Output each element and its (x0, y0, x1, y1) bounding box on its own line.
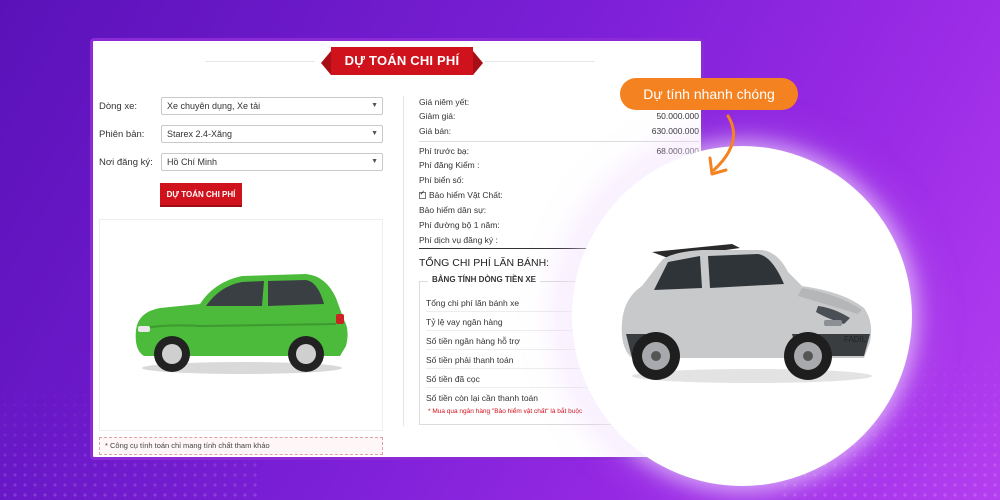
field-label: Dòng xe: (99, 101, 138, 112)
registration-tax-row: Phí trước bạ: 68.000.000 (419, 146, 699, 158)
cashflow-note: * Mua qua ngân hàng "Bảo hiểm vật chất" … (428, 408, 583, 415)
car-image-box (99, 219, 383, 431)
discount-value: 50.000.000 (656, 111, 699, 121)
dropdown-arrow-icon: ▼ (371, 102, 378, 109)
quick-estimate-badge: Dự tính nhanh chóng (620, 78, 798, 110)
panel-title: DỰ TOÁN CHI PHÍ (321, 47, 483, 75)
civil-insurance-label: Bảo hiểm dân sự: (419, 205, 487, 215)
list-price-label: Giá niêm yết: (419, 97, 470, 107)
plate-fee-label: Phí biển số: (419, 175, 464, 185)
car-model-badge: FADIL (844, 335, 867, 344)
insurance-checkbox[interactable] (419, 189, 426, 199)
section-divider (419, 141, 699, 142)
column-divider (403, 96, 404, 426)
sale-price-row: Giá bán: 630.000.000 (419, 126, 699, 138)
car-spotlight-circle: FADIL (572, 146, 912, 486)
service-fee-label: Phí dịch vụ đăng ký : (419, 235, 498, 245)
green-hatchback-image (135, 274, 348, 374)
dropdown-arrow-icon: ▼ (371, 130, 378, 137)
form-row-version: Phiên bản: Starex 2.4-Xăng ▼ (99, 125, 383, 145)
dropdown-arrow-icon: ▼ (371, 158, 378, 165)
disclaimer-note: * Công cụ tính toán chỉ mang tính chất t… (99, 437, 383, 455)
title-divider (485, 61, 595, 62)
curved-arrow-icon (708, 114, 736, 176)
form-row-vehicle-line: Dòng xe: Xe chuyên dụng, Xe tải ▼ (99, 97, 383, 117)
select-value: Hồ Chí Minh (167, 157, 218, 167)
title-divider (205, 61, 315, 62)
discount-row: Giảm giá: 50.000.000 (419, 111, 699, 123)
insurance-label: Bảo hiểm Vật Chất: (429, 190, 503, 200)
road-fee-label: Phí đường bộ 1 năm: (419, 220, 500, 230)
discount-label: Giảm giá: (419, 111, 456, 121)
select-value: Xe chuyên dụng, Xe tải (167, 101, 261, 111)
vehicle-line-select[interactable]: Xe chuyên dụng, Xe tải ▼ (161, 97, 383, 115)
total-cost-title: TỔNG CHI PHÍ LĂN BÁNH: (419, 257, 550, 269)
inspection-fee-label: Phí đăng Kiểm : (419, 160, 480, 170)
registration-place-select[interactable]: Hồ Chí Minh ▼ (161, 153, 383, 171)
select-value: Starex 2.4-Xăng (167, 129, 233, 139)
sale-price-label: Giá bán: (419, 126, 452, 136)
calculate-button[interactable]: DỰ TOÁN CHI PHÍ (160, 183, 242, 207)
registration-tax-label: Phí trước bạ: (419, 146, 470, 156)
field-label: Phiên bản: (99, 129, 145, 140)
version-select[interactable]: Starex 2.4-Xăng ▼ (161, 125, 383, 143)
field-label: Nơi đăng ký: (99, 157, 153, 168)
silver-suv-image: FADIL (621, 244, 872, 383)
cashflow-title: BẢNG TÍNH DÒNG TIỀN XE (428, 275, 541, 284)
sale-price-value: 630.000.000 (651, 126, 699, 136)
form-row-registration-place: Nơi đăng ký: Hồ Chí Minh ▼ (99, 153, 383, 173)
